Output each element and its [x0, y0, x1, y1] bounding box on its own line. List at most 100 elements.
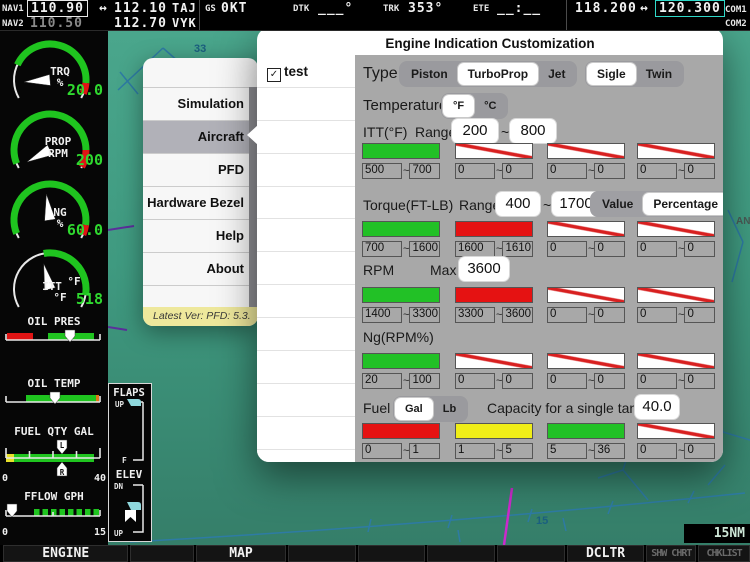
- count-option-single[interactable]: Sigle: [587, 63, 636, 85]
- mode-option-percentage[interactable]: Percentage: [643, 193, 723, 215]
- band-color-swatch[interactable]: [455, 287, 533, 303]
- softkey-shw-chrt[interactable]: SHW CHRT: [646, 545, 696, 562]
- band-from-input[interactable]: 20: [362, 373, 402, 389]
- nav-swap-icon[interactable]: ↔: [99, 1, 108, 16]
- band-to-input[interactable]: 0: [594, 241, 625, 257]
- band-to-input[interactable]: 0: [684, 307, 715, 323]
- band-from-input[interactable]: 1: [455, 443, 495, 459]
- fuel-option-lb[interactable]: Lb: [433, 398, 466, 420]
- type-option-piston[interactable]: Piston: [401, 63, 458, 85]
- band-color-swatch[interactable]: [547, 221, 625, 237]
- band-color-swatch[interactable]: [637, 143, 715, 159]
- mode-option-value[interactable]: Value: [592, 193, 643, 215]
- menu-item-hardware-bezel[interactable]: Hardware Bezel: [143, 186, 258, 219]
- band-from-input[interactable]: 700: [362, 241, 402, 257]
- softkey-blank-3[interactable]: [358, 545, 426, 562]
- softkey-blank-4[interactable]: [427, 545, 495, 562]
- band-to-input[interactable]: 1610: [502, 241, 533, 257]
- profile-list-item-test[interactable]: ✓test: [257, 55, 355, 88]
- band-color-swatch[interactable]: [455, 423, 533, 439]
- band-to-input[interactable]: 0: [594, 373, 625, 389]
- band-to-input[interactable]: 0: [502, 163, 533, 179]
- band-to-input[interactable]: 0: [684, 443, 715, 459]
- band-to-input[interactable]: 0: [594, 163, 625, 179]
- band-color-swatch[interactable]: [547, 287, 625, 303]
- softkey-chklist[interactable]: CHKLIST: [698, 545, 750, 562]
- band-from-input[interactable]: 0: [637, 307, 677, 323]
- band-to-input[interactable]: 1: [409, 443, 440, 459]
- band-from-input[interactable]: 0: [455, 373, 495, 389]
- band-to-input[interactable]: 5: [502, 443, 533, 459]
- nav2-standby-frequency[interactable]: 112.70: [114, 16, 167, 31]
- band-from-input[interactable]: 3300: [455, 307, 495, 323]
- band-color-swatch[interactable]: [362, 143, 440, 159]
- band-to-input[interactable]: 0: [502, 373, 533, 389]
- temp-option-c[interactable]: °C: [474, 95, 506, 117]
- checkbox-icon[interactable]: ✓: [267, 68, 281, 82]
- band-from-input[interactable]: 0: [637, 373, 677, 389]
- band-to-input[interactable]: 3300: [409, 307, 440, 323]
- type-option-turboprop[interactable]: TurboProp: [458, 63, 538, 85]
- torque-min-input[interactable]: 400: [496, 192, 540, 216]
- band-from-input[interactable]: 0: [637, 241, 677, 257]
- itt-min-input[interactable]: 200: [452, 119, 498, 143]
- softkey-blank-5[interactable]: [497, 545, 565, 562]
- band-color-swatch[interactable]: [637, 353, 715, 369]
- band-to-input[interactable]: 1600: [409, 241, 440, 257]
- band-from-input[interactable]: 0: [547, 241, 587, 257]
- band-color-swatch[interactable]: [547, 353, 625, 369]
- band-from-input[interactable]: 1400: [362, 307, 402, 323]
- menu-item-pfd[interactable]: PFD: [143, 153, 258, 186]
- band-from-input[interactable]: 500: [362, 163, 402, 179]
- band-from-input[interactable]: 0: [547, 163, 587, 179]
- band-to-input[interactable]: 3600: [502, 307, 533, 323]
- softkey-engine[interactable]: ENGINE: [3, 545, 128, 562]
- menu-item-simulation[interactable]: Simulation: [143, 87, 258, 120]
- band-color-swatch[interactable]: [637, 287, 715, 303]
- band-to-input[interactable]: 700: [409, 163, 440, 179]
- band-to-input[interactable]: 100: [409, 373, 440, 389]
- band-to-input[interactable]: 0: [594, 307, 625, 323]
- band-color-swatch[interactable]: [547, 423, 625, 439]
- menu-item-help[interactable]: Help: [143, 219, 258, 252]
- softkey-dcltr[interactable]: DCLTR: [567, 545, 645, 562]
- band-color-swatch[interactable]: [637, 221, 715, 237]
- band-from-input[interactable]: 0: [637, 163, 677, 179]
- band-to-input[interactable]: 0: [684, 163, 715, 179]
- band-color-swatch[interactable]: [455, 143, 533, 159]
- band-color-swatch[interactable]: [362, 353, 440, 369]
- count-option-twin[interactable]: Twin: [636, 63, 682, 85]
- band-color-swatch[interactable]: [362, 287, 440, 303]
- band-to-input[interactable]: 36: [594, 443, 625, 459]
- rpm-max-input[interactable]: 3600: [459, 257, 509, 281]
- softkey-blank-2[interactable]: [288, 545, 356, 562]
- fuel-capacity-input[interactable]: 40.0: [635, 395, 679, 419]
- fuel-option-gal[interactable]: Gal: [395, 398, 433, 420]
- nav1-active-frequency[interactable]: 110.90: [27, 0, 88, 17]
- nav1-standby-frequency[interactable]: 112.10: [114, 1, 167, 16]
- band-color-swatch[interactable]: [455, 353, 533, 369]
- band-from-input[interactable]: 0: [362, 443, 402, 459]
- temp-option-f[interactable]: °F: [443, 95, 474, 117]
- band-from-input[interactable]: 5: [547, 443, 587, 459]
- band-from-input[interactable]: 0: [637, 443, 677, 459]
- band-from-input[interactable]: 0: [547, 373, 587, 389]
- band-from-input[interactable]: 0: [455, 163, 495, 179]
- menu-item-aircraft[interactable]: Aircraft: [143, 120, 258, 153]
- band-color-swatch[interactable]: [637, 423, 715, 439]
- band-color-swatch[interactable]: [455, 221, 533, 237]
- softkey-blank-1[interactable]: [130, 545, 194, 562]
- band-from-input[interactable]: 1600: [455, 241, 495, 257]
- com1-active-frequency[interactable]: 120.300: [655, 0, 725, 17]
- menu-item-about[interactable]: About: [143, 252, 258, 286]
- nav2-active-frequency[interactable]: 110.50: [30, 16, 83, 31]
- band-color-swatch[interactable]: [362, 423, 440, 439]
- softkey-map[interactable]: MAP: [196, 545, 286, 562]
- band-to-input[interactable]: 0: [684, 373, 715, 389]
- com-swap-icon[interactable]: ↔: [640, 1, 649, 16]
- band-color-swatch[interactable]: [547, 143, 625, 159]
- band-to-input[interactable]: 0: [684, 241, 715, 257]
- itt-max-input[interactable]: 800: [510, 119, 556, 143]
- type-option-jet[interactable]: Jet: [538, 63, 575, 85]
- band-color-swatch[interactable]: [362, 221, 440, 237]
